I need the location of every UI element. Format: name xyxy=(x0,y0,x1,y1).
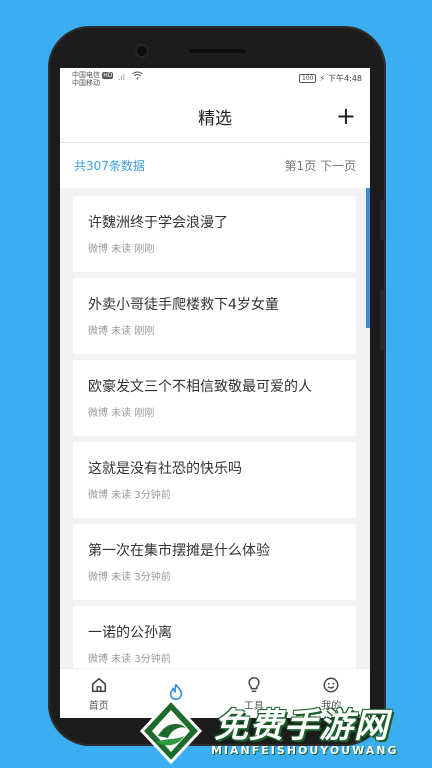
item-title: 欧豪发文三个不相信致敬最可爱的人 xyxy=(88,379,312,395)
item-title: 一诺的公孙离 xyxy=(88,625,172,641)
add-button[interactable]: + xyxy=(336,102,356,130)
item-title: 第一次在集市摆摊是什么体验 xyxy=(88,543,270,559)
signal-icon: .ıl xyxy=(118,73,125,82)
tab-profile[interactable]: 我的 xyxy=(293,669,370,718)
charging-icon: ⚡ xyxy=(319,74,326,83)
wifi-icon xyxy=(132,71,143,83)
bottom-tab-bar: 首页 工具 我的 xyxy=(60,668,370,718)
tab-tools[interactable]: 工具 xyxy=(215,669,292,718)
list-item[interactable]: 欧豪发文三个不相信致敬最可爱的人 微博 未读 刚刚 xyxy=(73,360,356,436)
app-screen: 中国电信 HD 中国移动 .ıl 100 ⚡ 下午4:48 精选 + 共307条… xyxy=(60,68,370,718)
tab-label: 工具 xyxy=(243,700,264,712)
item-meta: 微博 未读 刚刚 xyxy=(88,408,155,419)
earpiece-speaker xyxy=(190,49,246,53)
hd-badge: HD xyxy=(102,72,114,79)
carrier-2: 中国移动 xyxy=(72,79,100,87)
app-header: 精选 + xyxy=(60,90,370,142)
tab-home[interactable]: 首页 xyxy=(60,669,137,718)
item-meta: 微博 未读 刚刚 xyxy=(88,326,155,337)
next-page-link[interactable]: 下一页 xyxy=(320,159,356,173)
scrollbar[interactable] xyxy=(366,188,370,328)
list-item[interactable]: 许魏洲终于学会浪漫了 微博 未读 刚刚 xyxy=(73,196,356,272)
item-title: 外卖小哥徒手爬楼救下4岁女童 xyxy=(88,297,279,313)
item-meta: 微博 未读 刚刚 xyxy=(88,244,155,255)
item-meta: 微博 未读 3分钟前 xyxy=(88,490,171,501)
status-bar: 中国电信 HD 中国移动 .ıl 100 ⚡ 下午4:48 xyxy=(60,68,370,90)
smile-icon xyxy=(323,677,339,692)
current-page: 第1页 xyxy=(284,159,317,173)
status-right: 100 ⚡ 下午4:48 xyxy=(298,73,362,84)
page-title: 精选 xyxy=(198,108,232,129)
tab-label: 首页 xyxy=(88,700,109,712)
data-summary-bar: 共307条数据 第1页 下一页 xyxy=(60,143,370,188)
home-icon xyxy=(91,677,106,692)
carrier-info: 中国电信 HD 中国移动 xyxy=(72,71,114,87)
item-meta: 微博 未读 3分钟前 xyxy=(88,572,171,583)
tab-featured[interactable] xyxy=(138,669,215,718)
flame-icon xyxy=(170,683,183,701)
front-camera xyxy=(137,46,147,56)
pagination: 第1页 下一页 xyxy=(285,157,356,174)
power-button xyxy=(380,290,385,350)
carrier-1: 中国电信 xyxy=(72,71,100,79)
bulb-icon xyxy=(248,676,260,692)
list-item[interactable]: 第一次在集市摆摊是什么体验 微博 未读 3分钟前 xyxy=(73,524,356,600)
clock: 下午4:48 xyxy=(328,74,362,83)
list-item[interactable]: 外卖小哥徒手爬楼救下4岁女童 微博 未读 刚刚 xyxy=(73,278,356,354)
record-count: 共307条数据 xyxy=(74,159,145,173)
list-item[interactable]: 这就是没有社恐的快乐吗 微博 未读 3分钟前 xyxy=(73,442,356,518)
item-title: 许魏洲终于学会浪漫了 xyxy=(88,215,228,231)
volume-button xyxy=(380,200,385,240)
tab-label: 我的 xyxy=(321,700,342,712)
item-title: 这就是没有社恐的快乐吗 xyxy=(88,461,242,477)
item-meta: 微博 未读 3分钟前 xyxy=(88,654,171,665)
battery-icon: 100 xyxy=(298,74,317,83)
